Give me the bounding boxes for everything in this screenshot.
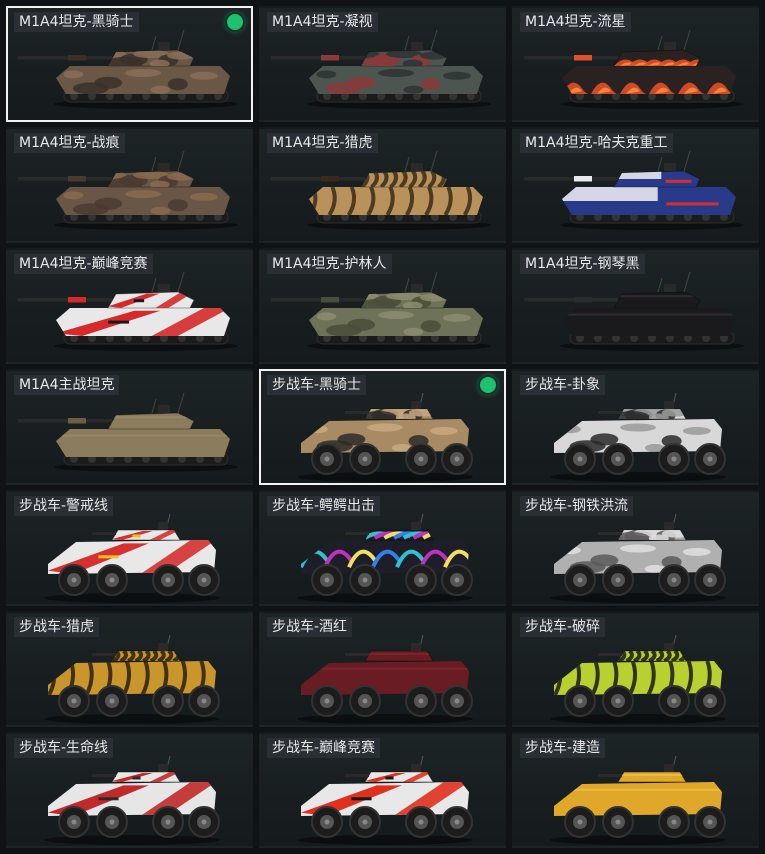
skin-name-label: 步战车-钢铁洪流 <box>520 496 634 516</box>
skin-name-label: 步战车-巅峰竞赛 <box>267 738 381 758</box>
skin-name-label: 步战车-酒红 <box>267 617 353 637</box>
skin-name-label: M1A4坦克-巅峰竞赛 <box>14 254 153 274</box>
skin-card[interactable]: 步战车-巅峰竞赛 <box>259 732 506 848</box>
skin-name-label: 步战车-警戒线 <box>14 496 114 516</box>
skin-name-label: 步战车-猎虎 <box>14 617 100 637</box>
skin-name-label: M1A4坦克-战痕 <box>14 133 125 153</box>
tank-model <box>18 271 238 351</box>
skin-card[interactable]: 步战车-黑骑士 <box>259 369 506 485</box>
skin-card[interactable]: M1A4坦克-黑骑士 <box>6 6 253 122</box>
ifv-model <box>44 755 220 845</box>
skin-name-label: M1A4坦克-护林人 <box>267 254 392 274</box>
skin-card[interactable]: 步战车-酒红 <box>259 611 506 727</box>
skin-card[interactable]: 步战车-警戒线 <box>6 490 253 606</box>
skin-grid: M1A4坦克-黑骑士 M1A4坦克-凝视 M1A4坦克-流星 M1A4坦克-战痕 M1A… <box>0 0 765 854</box>
skin-name-label: M1A4坦克-黑骑士 <box>14 12 139 32</box>
equipped-indicator-icon <box>227 14 243 30</box>
tank-model <box>524 150 744 230</box>
skin-name-label: 步战车-黑骑士 <box>267 375 367 395</box>
ifv-model <box>297 392 473 482</box>
skin-card[interactable]: 步战车-卦象 <box>512 369 759 485</box>
tank-model <box>524 29 744 109</box>
skin-name-label: M1A4坦克-流星 <box>520 12 631 32</box>
tank-model <box>18 392 238 472</box>
skin-card[interactable]: M1A4坦克-巅峰竞赛 <box>6 248 253 364</box>
ifv-model <box>44 634 220 724</box>
skin-card[interactable]: 步战车-猎虎 <box>6 611 253 727</box>
skin-name-label: M1A4坦克-哈夫克重工 <box>520 133 673 153</box>
skin-card[interactable]: M1A4主战坦克 <box>6 369 253 485</box>
tank-model <box>271 271 491 351</box>
ifv-model <box>297 634 473 724</box>
skin-card[interactable]: M1A4坦克-流星 <box>512 6 759 122</box>
skin-name-label: 步战车-建造 <box>520 738 606 758</box>
skin-card[interactable]: M1A4坦克-猎虎 <box>259 127 506 243</box>
tank-model <box>18 150 238 230</box>
skin-name-label: 步战车-卦象 <box>520 375 606 395</box>
skin-card[interactable]: 步战车-鳄鳄出击 <box>259 490 506 606</box>
ifv-model <box>297 513 473 603</box>
skin-name-label: 步战车-破碎 <box>520 617 606 637</box>
tank-model <box>18 29 238 109</box>
skin-card[interactable]: M1A4坦克-护林人 <box>259 248 506 364</box>
skin-card[interactable]: 步战车-破碎 <box>512 611 759 727</box>
skin-card[interactable]: M1A4坦克-哈夫克重工 <box>512 127 759 243</box>
ifv-model <box>550 392 726 482</box>
skin-name-label: M1A4坦克-凝视 <box>267 12 378 32</box>
skin-name-label: M1A4坦克-猎虎 <box>267 133 378 153</box>
tank-model <box>271 150 491 230</box>
skin-name-label: 步战车-生命线 <box>14 738 114 758</box>
tank-model <box>524 271 744 351</box>
skin-card[interactable]: M1A4坦克-凝视 <box>259 6 506 122</box>
tank-model <box>271 29 491 109</box>
ifv-model <box>297 755 473 845</box>
skin-card[interactable]: 步战车-建造 <box>512 732 759 848</box>
ifv-model <box>550 755 726 845</box>
skin-card[interactable]: M1A4坦克-钢琴黑 <box>512 248 759 364</box>
ifv-model <box>550 513 726 603</box>
skin-name-label: 步战车-鳄鳄出击 <box>267 496 381 516</box>
skin-card[interactable]: 步战车-钢铁洪流 <box>512 490 759 606</box>
skin-card[interactable]: M1A4坦克-战痕 <box>6 127 253 243</box>
ifv-model <box>44 513 220 603</box>
skin-name-label: M1A4主战坦克 <box>14 375 120 395</box>
equipped-indicator-icon <box>480 377 496 393</box>
ifv-model <box>550 634 726 724</box>
skin-card[interactable]: 步战车-生命线 <box>6 732 253 848</box>
skin-name-label: M1A4坦克-钢琴黑 <box>520 254 645 274</box>
